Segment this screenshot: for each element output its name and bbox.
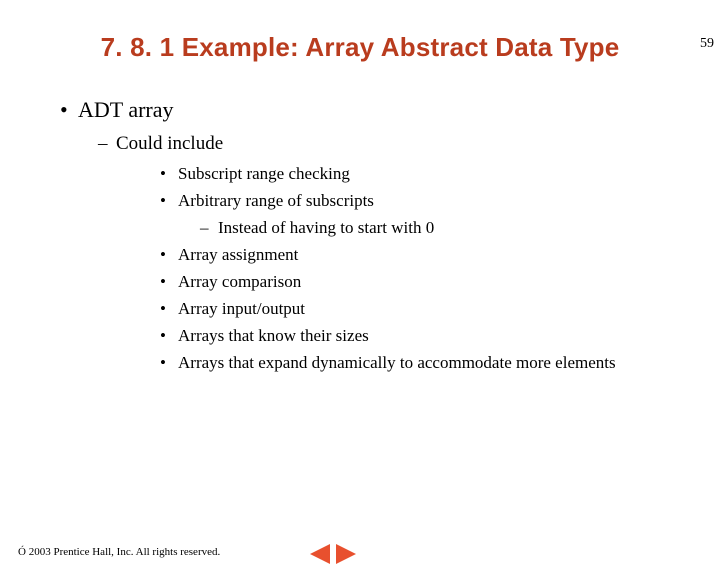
bullet-lvl3-text: Array input/output xyxy=(178,299,305,318)
dash-icon: – xyxy=(98,133,116,155)
bullet-dot-icon: • xyxy=(160,271,178,294)
bullet-lvl3: •Array comparison xyxy=(160,271,720,294)
bullet-lvl2-text: Could include xyxy=(116,133,223,154)
prev-slide-icon[interactable] xyxy=(310,544,330,564)
bullet-dot-icon: • xyxy=(160,298,178,321)
bullet-lvl3: •Array input/output xyxy=(160,298,720,321)
bullet-lvl3: •Arrays that expand dynamically to accom… xyxy=(160,352,720,375)
bullet-lvl1-text: ADT array xyxy=(78,97,174,122)
bullet-lvl3-text: Array assignment xyxy=(178,245,298,264)
nav-arrows xyxy=(310,544,356,564)
copyright-icon: Ó xyxy=(18,546,26,558)
bullet-lvl3-text: Arbitrary range of subscripts xyxy=(178,191,374,210)
bullet-dot-icon: • xyxy=(160,325,178,348)
bullet-lvl3: •Arbitrary range of subscripts xyxy=(160,190,720,213)
slide-content: •ADT array –Could include •Subscript ran… xyxy=(60,97,720,375)
bullet-dot-icon: • xyxy=(160,352,178,375)
next-slide-icon[interactable] xyxy=(336,544,356,564)
bullet-lvl3-text: Array comparison xyxy=(178,272,301,291)
bullet-lvl1: •ADT array xyxy=(60,97,720,123)
dash-icon: – xyxy=(200,217,218,240)
bullet-lvl3-text: Arrays that expand dynamically to accomm… xyxy=(178,353,616,372)
bullet-lvl3: •Arrays that know their sizes xyxy=(160,325,720,348)
bullet-lvl3-text: Arrays that know their sizes xyxy=(178,326,369,345)
bullet-lvl4: –Instead of having to start with 0 xyxy=(200,217,720,240)
bullet-dot-icon: • xyxy=(60,97,78,123)
bullet-dot-icon: • xyxy=(160,244,178,267)
bullet-lvl3-text: Subscript range checking xyxy=(178,164,350,183)
slide-title: 7. 8. 1 Example: Array Abstract Data Typ… xyxy=(0,32,720,63)
page-number: 59 xyxy=(700,36,714,52)
bullet-dot-icon: • xyxy=(160,163,178,186)
bullet-lvl4-text: Instead of having to start with 0 xyxy=(218,218,434,237)
copyright-line: Ó 2003 Prentice Hall, Inc. All rights re… xyxy=(18,546,220,558)
bullet-lvl3: •Subscript range checking xyxy=(160,163,720,186)
bullet-lvl2: –Could include xyxy=(98,133,720,155)
bullet-dot-icon: • xyxy=(160,190,178,213)
bullet-lvl3: •Array assignment xyxy=(160,244,720,267)
copyright-text: 2003 Prentice Hall, Inc. All rights rese… xyxy=(29,546,221,558)
